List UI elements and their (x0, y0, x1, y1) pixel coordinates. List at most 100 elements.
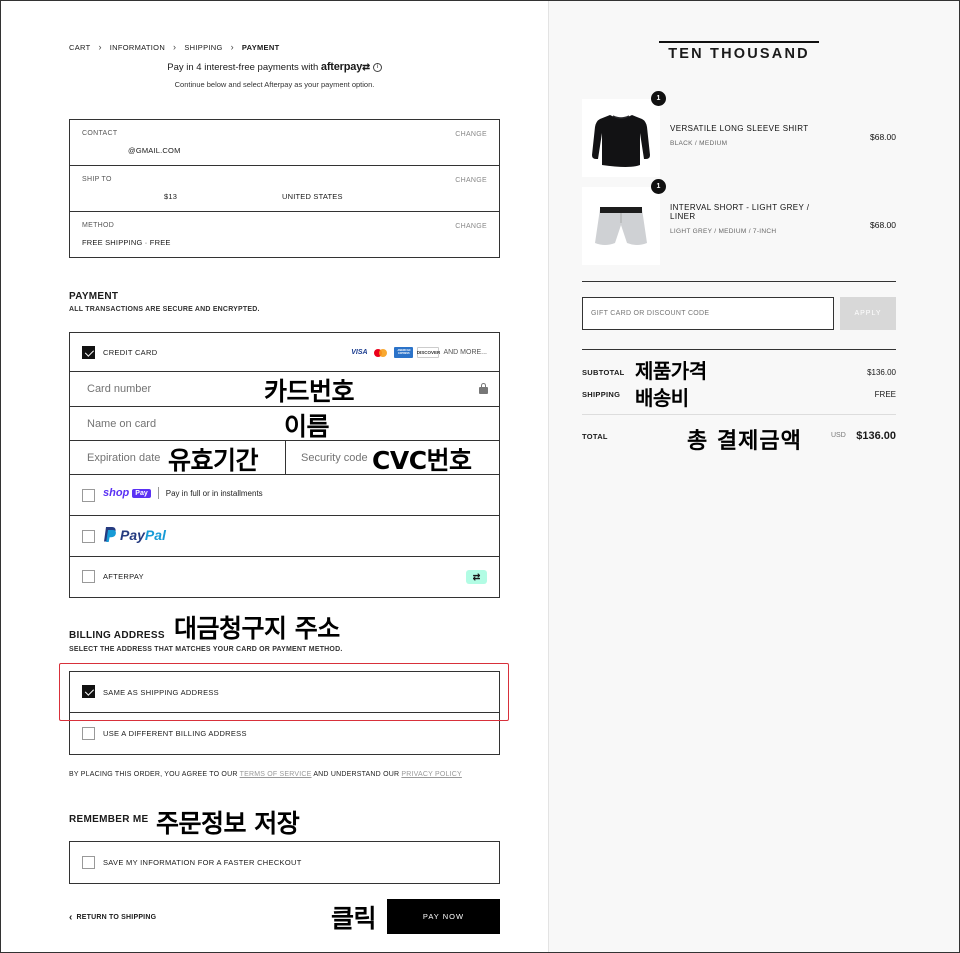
annotation-billing: 대금청구지 주소 (174, 614, 340, 643)
contact-value: @GMAIL.COM (128, 146, 181, 155)
annotation-remember: 주문정보 저장 (156, 809, 300, 838)
shoppay-text: Pay in full or in installments (165, 488, 263, 498)
item-1-name: VERSATILE LONG SLEEVE SHIRT (670, 124, 809, 133)
shorts-thumbnail (582, 187, 660, 265)
shoppay-pay-badge: Pay (132, 488, 151, 498)
terms-notice: BY PLACING THIS ORDER, YOU AGREE TO OUR … (69, 771, 462, 778)
checkout-main: CART › INFORMATION › SHIPPING › PAYMENT … (1, 1, 548, 952)
shoppay-checkbox[interactable] (82, 489, 95, 502)
credit-card-checkbox[interactable] (82, 346, 95, 359)
shoppay-divider (157, 487, 159, 499)
method-row: METHOD CHANGE FREE SHIPPING · FREE (70, 212, 499, 258)
billing-subtitle: SELECT THE ADDRESS THAT MATCHES YOUR CAR… (69, 646, 343, 653)
shirt-thumbnail (582, 99, 660, 177)
afterpay-option[interactable]: AFTERPAY ⇄ (70, 557, 499, 597)
chevron-left-icon: ‹ (69, 912, 73, 923)
shipping-value: FREE (874, 390, 896, 399)
info-icon[interactable]: i (372, 62, 382, 72)
shipping-label: SHIPPING (582, 390, 621, 399)
contact-change-link[interactable]: CHANGE (455, 131, 487, 138)
visa-icon: VISA (351, 349, 368, 356)
return-to-shipping-link[interactable]: ‹ RETURN TO SHIPPING (69, 912, 156, 923)
breadcrumb-cart[interactable]: CART (69, 43, 90, 52)
security-code-input[interactable]: Security code (301, 452, 368, 464)
terms-of-service-link[interactable]: TERMS OF SERVICE (240, 771, 312, 778)
breadcrumb-payment: PAYMENT (241, 42, 280, 52)
different-billing-checkbox[interactable] (82, 727, 95, 740)
ship-to-label: SHIP TO (82, 176, 112, 183)
paypal-text-pay: Pay (120, 526, 145, 543)
name-row: Name on card 이름 (70, 407, 499, 441)
brand-logo[interactable]: TEN THOUSAND (659, 41, 819, 62)
breadcrumb-information[interactable]: INFORMATION (110, 43, 165, 52)
payment-heading: PAYMENT ALL TRANSACTIONS ARE SECURE AND … (69, 291, 260, 313)
afterpay-logo: afterpay (320, 61, 363, 73)
total-label: TOTAL (582, 432, 608, 441)
afterpay-label: AFTERPAY (103, 572, 144, 581)
order-summary: TEN THOUSAND 1 VERSATILE LONG SLEEVE SHI… (548, 1, 959, 952)
paypal-option[interactable]: Pay Pal (70, 516, 499, 557)
item-1-price: $68.00 (870, 132, 896, 142)
paypal-icon (104, 527, 116, 542)
remember-me-option[interactable]: SAVE MY INFORMATION FOR A FASTER CHECKOU… (69, 841, 500, 884)
item-2-name: INTERVAL SHORT - LIGHT GREY / LINER (670, 203, 810, 221)
currency-label: USD (831, 432, 846, 439)
and-more-text: AND MORE... (443, 349, 487, 356)
mastercard-icon (372, 347, 390, 358)
subtotal-value: $136.00 (867, 368, 896, 377)
lock-icon (479, 383, 488, 394)
amex-logo-text: AMERICAN EXPRESS (397, 349, 411, 355)
credit-card-option[interactable]: CREDIT CARD VISA AMERICAN EXPRESS DISCOV… (70, 333, 499, 372)
privacy-policy-link[interactable]: PRIVACY POLICY (401, 771, 462, 778)
annotation-click: 클릭 (331, 904, 377, 933)
ship-to-value: $13 (164, 192, 178, 201)
item-2-price: $68.00 (870, 220, 896, 230)
payment-title: PAYMENT (69, 291, 119, 302)
return-to-shipping-label: RETURN TO SHIPPING (76, 914, 157, 921)
method-change-link[interactable]: CHANGE (455, 223, 487, 230)
item-2-variant: LIGHT GREY / MEDIUM / 7-INCH (670, 228, 777, 235)
afterpay-promo: Pay in 4 interest-free payments with aft… (1, 61, 548, 73)
shoppay-option[interactable]: shop Pay Pay in full or in installments (70, 475, 499, 516)
paypal-logo: Pay Pal (103, 526, 166, 543)
chevron-right-icon: › (173, 42, 177, 52)
apply-button[interactable]: APPLY (840, 297, 896, 330)
item-1-variant: BLACK / MEDIUM (670, 140, 728, 147)
card-number-input[interactable]: Card number (87, 383, 151, 395)
annotation-cvc: CVC번호 (372, 446, 472, 475)
afterpay-checkbox[interactable] (82, 570, 95, 583)
breadcrumb-shipping[interactable]: SHIPPING (184, 43, 222, 52)
discover-icon: DISCOVER (417, 347, 440, 358)
annotation-shipping-fee: 배송비 (635, 386, 689, 410)
expiry-security-row: Expiration date 유효기간 Security code CVC번호 (70, 441, 499, 475)
name-on-card-input[interactable]: Name on card (87, 418, 156, 430)
annotation-total: 총 결제금액 (687, 429, 802, 454)
annotation-card-number: 카드번호 (264, 377, 355, 406)
annotation-expiry: 유효기간 (168, 446, 259, 475)
method-label: METHOD (82, 222, 115, 229)
divider (582, 349, 896, 350)
ship-to-change-link[interactable]: CHANGE (455, 177, 487, 184)
ship-to-country: UNITED STATES (282, 192, 343, 201)
expiration-date-input[interactable]: Expiration date (87, 452, 160, 464)
breadcrumb: CART › INFORMATION › SHIPPING › PAYMENT (69, 42, 279, 52)
annotation-product-price: 제품가격 (635, 359, 707, 383)
shorts-image (595, 207, 647, 245)
contact-row: CONTACT CHANGE @GMAIL.COM (70, 120, 499, 166)
save-info-checkbox[interactable] (82, 856, 95, 869)
ship-to-row: SHIP TO CHANGE $13 UNITED STATES (70, 166, 499, 212)
afterpay-arrows-icon: ⇄ (362, 62, 371, 73)
subtotal-label: SUBTOTAL (582, 368, 625, 377)
method-value: FREE SHIPPING · FREE (82, 238, 171, 247)
chevron-right-icon: › (98, 42, 102, 52)
paypal-checkbox[interactable] (82, 530, 95, 543)
paypal-text-pal: Pal (144, 526, 166, 543)
annotation-name: 이름 (284, 412, 330, 441)
payment-methods: CREDIT CARD VISA AMERICAN EXPRESS DISCOV… (69, 332, 500, 598)
shoppay-logo: shop Pay Pay in full or in installments (103, 487, 263, 499)
payment-subtitle: ALL TRANSACTIONS ARE SECURE AND ENCRYPTE… (69, 306, 260, 313)
pay-now-button[interactable]: PAY NOW (387, 899, 500, 934)
review-summary: CONTACT CHANGE @GMAIL.COM SHIP TO CHANGE… (69, 119, 500, 258)
terms-text-2: AND UNDERSTAND OUR (313, 771, 400, 778)
gift-card-input[interactable] (582, 297, 834, 330)
